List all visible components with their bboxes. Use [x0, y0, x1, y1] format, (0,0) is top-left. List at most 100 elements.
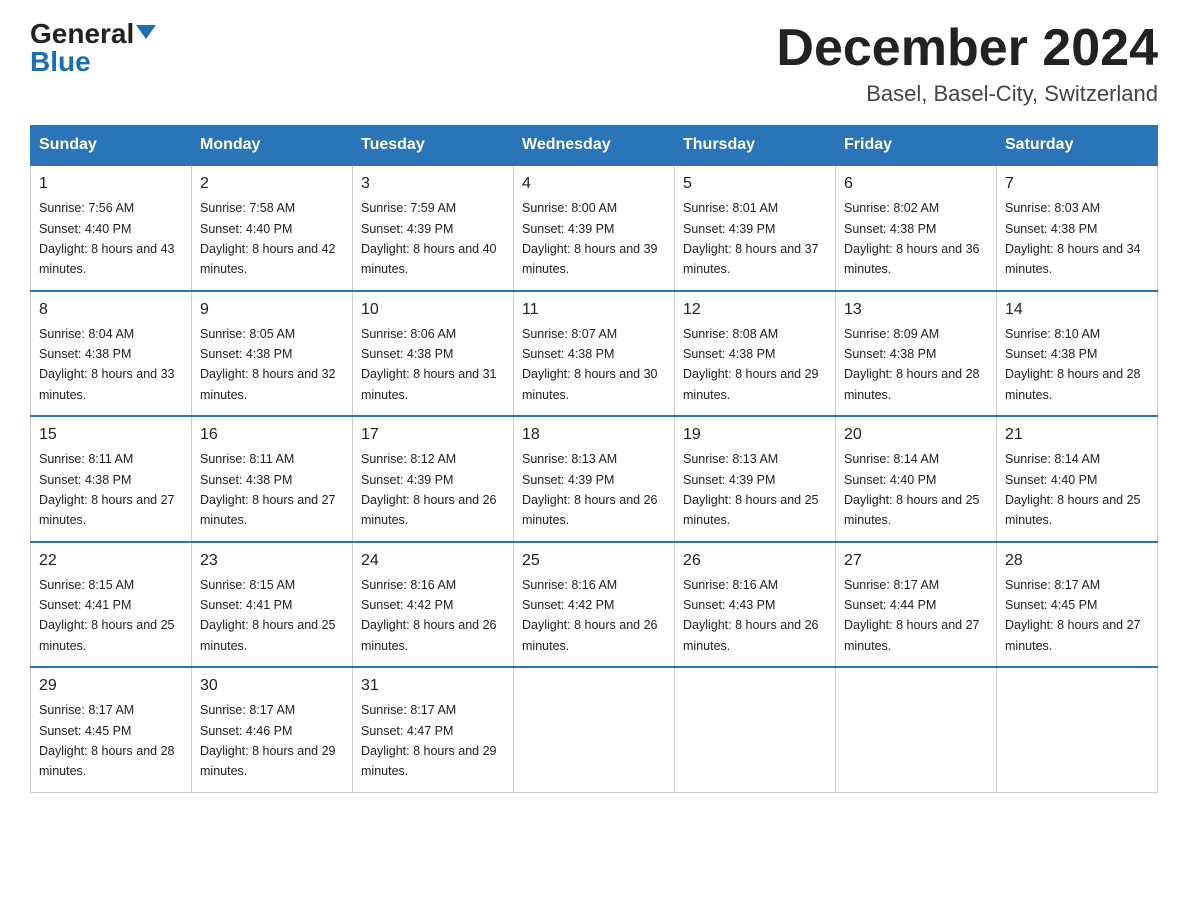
day-info: Sunrise: 8:15 AMSunset: 4:41 PMDaylight:…: [200, 578, 336, 653]
day-number: 31: [361, 674, 505, 698]
logo-arrow-icon: [136, 25, 156, 39]
calendar-cell: 11 Sunrise: 8:07 AMSunset: 4:38 PMDayligh…: [514, 291, 675, 417]
day-info: Sunrise: 8:17 AMSunset: 4:44 PMDaylight:…: [844, 578, 980, 653]
day-info: Sunrise: 8:17 AMSunset: 4:47 PMDaylight:…: [361, 703, 497, 778]
logo-blue-text: Blue: [30, 48, 91, 76]
day-number: 20: [844, 423, 988, 447]
day-number: 26: [683, 549, 827, 573]
calendar-cell: 30 Sunrise: 8:17 AMSunset: 4:46 PMDayligh…: [192, 667, 353, 792]
calendar-cell: 28Sunrise: 8:17 AMSunset: 4:45 PMDayligh…: [997, 542, 1158, 668]
col-header-thursday: Thursday: [675, 126, 836, 166]
col-header-monday: Monday: [192, 126, 353, 166]
day-info: Sunrise: 8:04 AMSunset: 4:38 PMDaylight:…: [39, 327, 175, 402]
calendar-week-row: 15 Sunrise: 8:11 AMSunset: 4:38 PMDayligh…: [31, 416, 1158, 542]
calendar-cell: 23Sunrise: 8:15 AMSunset: 4:41 PMDayligh…: [192, 542, 353, 668]
day-number: 22: [39, 549, 183, 573]
day-info: Sunrise: 8:14 AMSunset: 4:40 PMDaylight:…: [1005, 452, 1141, 527]
calendar-cell: 20 Sunrise: 8:14 AMSunset: 4:40 PMDayligh…: [836, 416, 997, 542]
day-info: Sunrise: 8:15 AMSunset: 4:41 PMDaylight:…: [39, 578, 175, 653]
day-number: 21: [1005, 423, 1149, 447]
day-info: Sunrise: 8:17 AMSunset: 4:46 PMDaylight:…: [200, 703, 336, 778]
title-area: December 2024 Basel, Basel-City, Switzer…: [776, 20, 1158, 107]
calendar-cell: 2Sunrise: 7:58 AMSunset: 4:40 PMDaylight…: [192, 165, 353, 291]
calendar-week-row: 29 Sunrise: 8:17 AMSunset: 4:45 PMDayligh…: [31, 667, 1158, 792]
calendar-cell: 18 Sunrise: 8:13 AMSunset: 4:39 PMDayligh…: [514, 416, 675, 542]
calendar-cell: 13 Sunrise: 8:09 AMSunset: 4:38 PMDayligh…: [836, 291, 997, 417]
day-info: Sunrise: 8:14 AMSunset: 4:40 PMDaylight:…: [844, 452, 980, 527]
day-number: 17: [361, 423, 505, 447]
page-header: General Blue December 2024 Basel, Basel-…: [30, 20, 1158, 107]
calendar-cell: 3 Sunrise: 7:59 AMSunset: 4:39 PMDaylight…: [353, 165, 514, 291]
calendar-week-row: 1Sunrise: 7:56 AMSunset: 4:40 PMDaylight…: [31, 165, 1158, 291]
calendar-cell: 17 Sunrise: 8:12 AMSunset: 4:39 PMDayligh…: [353, 416, 514, 542]
calendar-cell: 8 Sunrise: 8:04 AMSunset: 4:38 PMDaylight…: [31, 291, 192, 417]
calendar-cell: 21 Sunrise: 8:14 AMSunset: 4:40 PMDayligh…: [997, 416, 1158, 542]
day-info: Sunrise: 8:07 AMSunset: 4:38 PMDaylight:…: [522, 327, 658, 402]
col-header-tuesday: Tuesday: [353, 126, 514, 166]
calendar-cell: 5Sunrise: 8:01 AMSunset: 4:39 PMDaylight…: [675, 165, 836, 291]
day-info: Sunrise: 8:08 AMSunset: 4:38 PMDaylight:…: [683, 327, 819, 402]
day-number: 1: [39, 172, 183, 196]
day-number: 24: [361, 549, 505, 573]
day-number: 4: [522, 172, 666, 196]
day-number: 29: [39, 674, 183, 698]
calendar-table: SundayMondayTuesdayWednesdayThursdayFrid…: [30, 125, 1158, 793]
day-info: Sunrise: 8:09 AMSunset: 4:38 PMDaylight:…: [844, 327, 980, 402]
day-info: Sunrise: 8:13 AMSunset: 4:39 PMDaylight:…: [522, 452, 658, 527]
day-number: 11: [522, 298, 666, 322]
col-header-saturday: Saturday: [997, 126, 1158, 166]
calendar-cell: [675, 667, 836, 792]
calendar-cell: [997, 667, 1158, 792]
calendar-cell: 24 Sunrise: 8:16 AMSunset: 4:42 PMDayligh…: [353, 542, 514, 668]
day-info: Sunrise: 7:58 AMSunset: 4:40 PMDaylight:…: [200, 201, 336, 276]
col-header-wednesday: Wednesday: [514, 126, 675, 166]
day-info: Sunrise: 7:59 AMSunset: 4:39 PMDaylight:…: [361, 201, 497, 276]
month-title: December 2024: [776, 20, 1158, 77]
day-number: 12: [683, 298, 827, 322]
col-header-sunday: Sunday: [31, 126, 192, 166]
day-info: Sunrise: 8:13 AMSunset: 4:39 PMDaylight:…: [683, 452, 819, 527]
day-number: 5: [683, 172, 827, 196]
calendar-cell: 4Sunrise: 8:00 AMSunset: 4:39 PMDaylight…: [514, 165, 675, 291]
day-info: Sunrise: 8:05 AMSunset: 4:38 PMDaylight:…: [200, 327, 336, 402]
calendar-cell: [836, 667, 997, 792]
calendar-cell: 14 Sunrise: 8:10 AMSunset: 4:38 PMDayligh…: [997, 291, 1158, 417]
calendar-cell: 27 Sunrise: 8:17 AMSunset: 4:44 PMDayligh…: [836, 542, 997, 668]
calendar-week-row: 22 Sunrise: 8:15 AMSunset: 4:41 PMDayligh…: [31, 542, 1158, 668]
day-number: 30: [200, 674, 344, 698]
day-info: Sunrise: 8:10 AMSunset: 4:38 PMDaylight:…: [1005, 327, 1141, 402]
day-info: Sunrise: 8:06 AMSunset: 4:38 PMDaylight:…: [361, 327, 497, 402]
calendar-cell: 26 Sunrise: 8:16 AMSunset: 4:43 PMDayligh…: [675, 542, 836, 668]
day-number: 7: [1005, 172, 1149, 196]
day-number: 3: [361, 172, 505, 196]
day-number: 13: [844, 298, 988, 322]
calendar-cell: 22 Sunrise: 8:15 AMSunset: 4:41 PMDayligh…: [31, 542, 192, 668]
day-number: 14: [1005, 298, 1149, 322]
calendar-cell: 25Sunrise: 8:16 AMSunset: 4:42 PMDayligh…: [514, 542, 675, 668]
logo: General Blue: [30, 20, 156, 76]
day-number: 16: [200, 423, 344, 447]
day-info: Sunrise: 8:16 AMSunset: 4:42 PMDaylight:…: [361, 578, 497, 653]
calendar-cell: 29 Sunrise: 8:17 AMSunset: 4:45 PMDayligh…: [31, 667, 192, 792]
day-info: Sunrise: 8:17 AMSunset: 4:45 PMDaylight:…: [1005, 578, 1141, 653]
day-info: Sunrise: 8:12 AMSunset: 4:39 PMDaylight:…: [361, 452, 497, 527]
day-info: Sunrise: 8:16 AMSunset: 4:43 PMDaylight:…: [683, 578, 819, 653]
day-number: 27: [844, 549, 988, 573]
calendar-cell: 19 Sunrise: 8:13 AMSunset: 4:39 PMDayligh…: [675, 416, 836, 542]
day-info: Sunrise: 8:11 AMSunset: 4:38 PMDaylight:…: [200, 452, 336, 527]
day-info: Sunrise: 8:03 AMSunset: 4:38 PMDaylight:…: [1005, 201, 1141, 276]
calendar-week-row: 8 Sunrise: 8:04 AMSunset: 4:38 PMDaylight…: [31, 291, 1158, 417]
calendar-cell: [514, 667, 675, 792]
day-info: Sunrise: 8:17 AMSunset: 4:45 PMDaylight:…: [39, 703, 175, 778]
day-number: 18: [522, 423, 666, 447]
calendar-cell: 7 Sunrise: 8:03 AMSunset: 4:38 PMDaylight…: [997, 165, 1158, 291]
day-number: 19: [683, 423, 827, 447]
calendar-cell: 16 Sunrise: 8:11 AMSunset: 4:38 PMDayligh…: [192, 416, 353, 542]
day-info: Sunrise: 8:11 AMSunset: 4:38 PMDaylight:…: [39, 452, 175, 527]
calendar-header-row: SundayMondayTuesdayWednesdayThursdayFrid…: [31, 126, 1158, 166]
logo-general-text: General: [30, 20, 134, 48]
day-number: 10: [361, 298, 505, 322]
day-number: 6: [844, 172, 988, 196]
day-number: 8: [39, 298, 183, 322]
day-number: 15: [39, 423, 183, 447]
